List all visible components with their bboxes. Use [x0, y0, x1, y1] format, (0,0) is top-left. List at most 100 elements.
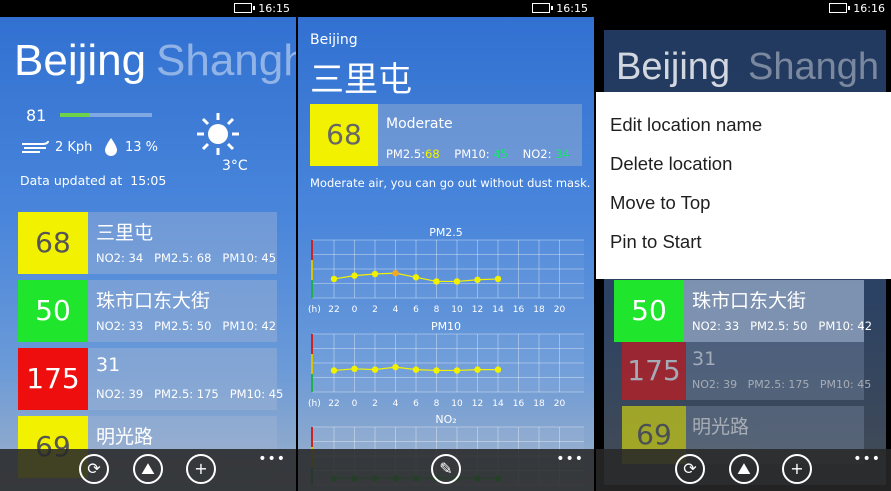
location-readings: NO2: 34 PM2.5: 68 PM10: 45	[96, 251, 276, 265]
location-name: 三里屯	[96, 222, 154, 244]
no2-reading: NO2: 33	[692, 319, 740, 333]
edit-button[interactable]: ✎	[431, 454, 461, 484]
menu-item-move-to-top[interactable]: Move to Top	[610, 192, 710, 214]
add-icon: +	[790, 459, 804, 478]
more-icon[interactable]: •••	[258, 451, 286, 467]
hour-tick-label: 20	[554, 399, 566, 409]
wind-icon	[22, 140, 49, 153]
hour-tick-label: 20	[554, 305, 566, 315]
aqi-value: 81	[26, 106, 47, 125]
hour-tick-label: 8	[434, 305, 440, 315]
refresh-button[interactable]: ⟳	[675, 454, 705, 484]
edit-icon: ✎	[439, 459, 453, 478]
hour-axis-prefix: (h)	[308, 305, 321, 315]
hour-tick-label: 14	[492, 399, 504, 409]
app-bar: ⟳ ⛰ + •••	[0, 449, 296, 491]
data-point	[392, 269, 399, 277]
pm25-reading: PM2.5: 175	[154, 387, 219, 401]
refresh-icon: ⟳	[683, 459, 697, 478]
location-tile[interactable]: 50 珠市口东大街 NO2: 33 PM2.5: 50 PM10: 42	[18, 280, 277, 342]
data-point	[351, 272, 358, 279]
battery-icon	[829, 3, 850, 13]
hour-tick-label: 10	[451, 305, 463, 315]
map-icon: ⛰	[141, 459, 155, 478]
location-tile[interactable]: 175 31 NO2: 39 PM2.5: 175 PM10: 45	[18, 348, 283, 410]
hour-tick-label: 0	[352, 305, 358, 315]
pm10-reading: PM10: 45	[819, 378, 872, 391]
city-title: Beijing	[616, 46, 731, 88]
hour-tick-label: 4	[393, 305, 399, 315]
data-point	[474, 366, 481, 373]
pm25-reading: PM2.5: 50	[750, 319, 808, 333]
location-readings: NO2: 33 PM2.5: 50 PM10: 42	[96, 319, 276, 333]
app-bar: ⟳ ⛰ + •••	[596, 449, 891, 491]
battery-icon	[234, 3, 255, 13]
location-aqi: 175	[622, 342, 686, 400]
location-name: 珠市口东大街	[692, 290, 807, 312]
data-point	[392, 363, 399, 371]
hour-tick-label: 6	[413, 399, 419, 409]
refresh-button[interactable]: ⟳	[79, 454, 109, 484]
data-point	[351, 365, 358, 372]
hour-tick-label: 4	[393, 399, 399, 409]
map-button[interactable]: ⛰	[133, 454, 163, 484]
status-time: 16:16	[853, 2, 885, 15]
data-point	[494, 366, 502, 373]
map-icon: ⛰	[737, 459, 751, 478]
aqi-progress-fill	[60, 113, 91, 117]
add-button[interactable]: +	[782, 454, 812, 484]
data-point	[412, 274, 420, 281]
location-tile: 175 31 NO2: 39 PM2.5: 175 PM10: 45	[622, 342, 871, 400]
aqi-progress-bar	[60, 113, 152, 117]
more-icon[interactable]: •••	[556, 451, 584, 467]
refresh-icon: ⟳	[87, 459, 101, 478]
hour-tick-label: 16	[513, 399, 525, 409]
no2-reading: NO2: 34	[96, 251, 144, 265]
data-point	[433, 278, 440, 285]
location-readings: NO2: 33 PM2.5: 50 PM10: 42	[692, 319, 872, 333]
pm25-reading: PM2.5: 175	[747, 378, 810, 391]
location-list-screen: 16:15 Beijing Shangh 81 2 Kph 13 % 3°C D…	[0, 0, 296, 491]
more-icon[interactable]: •••	[853, 451, 881, 467]
humidity: 13 %	[125, 140, 159, 155]
data-point	[330, 367, 338, 374]
map-button[interactable]: ⛰	[729, 454, 759, 484]
no2-reading: NO2: 39	[96, 387, 144, 401]
hour-tick-label: 18	[533, 305, 545, 315]
pm10-reading: PM10: 42	[222, 319, 277, 333]
location-readings: NO2: 39 PM2.5: 175 PM10: 45	[692, 378, 871, 391]
data-point	[371, 366, 379, 373]
city-title[interactable]: Beijing	[14, 36, 146, 86]
updated-label: Data updated at 15:05	[20, 173, 166, 188]
status-bar: 16:16	[596, 0, 891, 17]
droplet-icon	[105, 138, 117, 156]
hour-tick-label: 0	[352, 399, 358, 409]
menu-item-edit-location-name[interactable]: Edit location name	[610, 114, 762, 136]
hour-tick-label: 16	[513, 305, 525, 315]
context-menu-screen: 16:16 Beijing Shangh 50 珠市口东大街 NO2: 33 P…	[596, 0, 891, 491]
temperature: 3°C	[222, 158, 248, 174]
location-detail-screen: 16:15 Beijing 三里屯 68 Moderate PM2.5:68 P…	[298, 0, 594, 491]
app-bar: ✎ •••	[298, 449, 594, 491]
location-name: 31	[692, 348, 717, 370]
hour-tick-label: 14	[492, 305, 504, 315]
no2-reading: NO2: 33	[96, 319, 144, 333]
hour-tick-label: 10	[451, 399, 463, 409]
menu-item-delete-location[interactable]: Delete location	[610, 153, 732, 175]
trend-charts: (h) 22 0 2 4 6 8 10 12 14 16 18 20 (h) 22 0 2 4 6 8 10 12 14 16…	[308, 239, 584, 486]
data-point	[330, 275, 338, 283]
next-city-title[interactable]: Shangh	[156, 36, 296, 86]
add-icon: +	[194, 459, 208, 478]
hour-tick-label: 18	[533, 399, 545, 409]
add-button[interactable]: +	[186, 454, 216, 484]
location-aqi: 50	[18, 280, 88, 342]
updated-label-text: Data updated at	[20, 173, 123, 188]
sun-icon	[197, 113, 239, 155]
menu-item-pin-to-start[interactable]: Pin to Start	[610, 231, 702, 253]
data-point	[453, 367, 461, 374]
status-time: 16:15	[258, 2, 290, 15]
location-aqi: 175	[18, 348, 88, 410]
location-aqi: 50	[614, 280, 684, 342]
pm25-reading: PM2.5: 68	[154, 251, 212, 265]
location-tile[interactable]: 68 三里屯 NO2: 34 PM2.5: 68 PM10: 45	[18, 212, 277, 274]
